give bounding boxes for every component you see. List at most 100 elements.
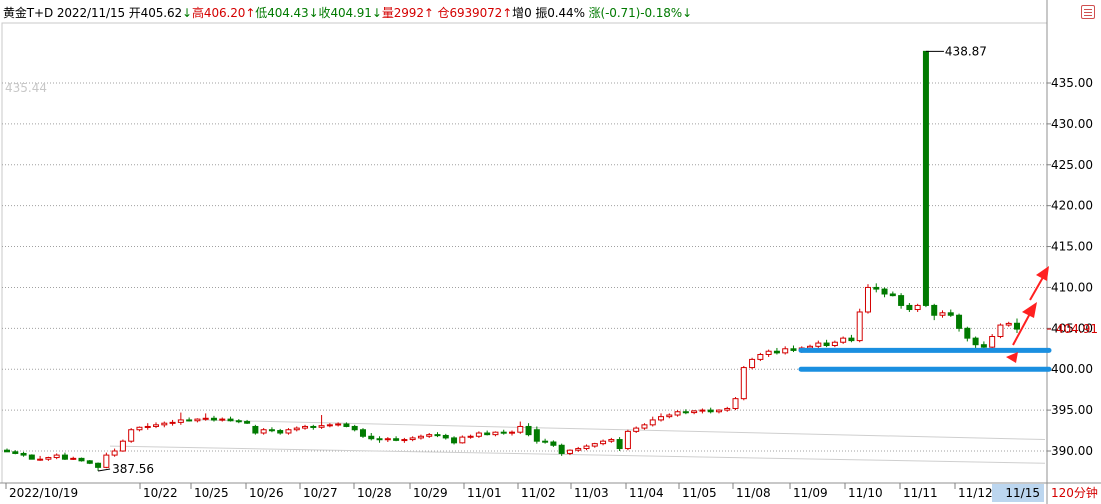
- quote-info-bar: 黄金T+D 2022/11/15 开405.62↓高406.20↑低404.43…: [3, 6, 692, 20]
- candle: [268, 427, 275, 433]
- candle-body: [111, 450, 118, 456]
- candle-body: [782, 348, 789, 354]
- candle-body: [815, 342, 822, 347]
- candle: [840, 336, 847, 344]
- y-tick-label: 435.00: [1051, 76, 1093, 90]
- candle-body: [691, 410, 698, 414]
- candle-body: [666, 414, 673, 418]
- candlestick-chart[interactable]: 435.00 430.00 425.00 420.00 415.00 410.00 405.…: [0, 0, 1101, 504]
- candle-body: [285, 429, 292, 434]
- candle-body: [550, 441, 557, 446]
- candle: [583, 444, 590, 451]
- candle: [649, 416, 656, 427]
- candle-body: [757, 354, 764, 360]
- candle: [624, 429, 631, 451]
- candle-body: [732, 398, 739, 409]
- candle-body: [848, 337, 855, 342]
- candle-body: [682, 411, 689, 414]
- candle-body: [658, 416, 665, 421]
- increase-value: 0: [524, 6, 532, 20]
- candle: [749, 357, 756, 370]
- position-arrow: ↑: [502, 6, 513, 20]
- period-selector[interactable]: 120分钟: [1051, 486, 1098, 500]
- window-toggle-button[interactable]: [1081, 5, 1095, 19]
- candle: [310, 424, 317, 430]
- candle: [500, 429, 507, 435]
- candle-body: [864, 286, 871, 313]
- candle: [401, 437, 408, 443]
- candle: [1014, 318, 1020, 333]
- candle-body: [542, 440, 549, 443]
- candle: [4, 448, 10, 453]
- candle-body: [807, 345, 814, 349]
- candle: [682, 409, 689, 415]
- candle: [277, 428, 284, 435]
- candle-body: [972, 337, 979, 346]
- candle-body: [318, 425, 325, 428]
- toggle-line-3: [1084, 15, 1092, 16]
- candle-body: [310, 425, 317, 428]
- candle-body: [442, 434, 449, 439]
- candle-body: [1014, 322, 1020, 330]
- candle-body: [922, 50, 929, 306]
- volume-label: 量: [381, 6, 394, 20]
- candle-body: [53, 454, 60, 459]
- y-tick-label: 425.00: [1051, 158, 1093, 172]
- candle: [484, 430, 491, 436]
- x-tick-label: 10/25: [194, 486, 229, 500]
- x-tick-label: 11/10: [848, 486, 883, 500]
- candle-body: [368, 435, 375, 440]
- candle: [947, 309, 954, 317]
- candle-body: [45, 457, 52, 460]
- candle: [773, 347, 780, 355]
- candle: [790, 345, 797, 353]
- candle: [351, 424, 358, 432]
- candle: [591, 442, 598, 448]
- candle-body: [359, 429, 366, 437]
- amplitude-value: 0.44%: [547, 6, 585, 20]
- close-value: 404.91: [330, 6, 372, 20]
- x-tick-label: 11/11: [903, 486, 938, 500]
- candle: [715, 409, 722, 414]
- candle-body: [881, 288, 888, 295]
- candle: [28, 454, 35, 460]
- x-tick-label: 11/01: [467, 486, 502, 500]
- candle-body: [600, 440, 607, 445]
- y-tick-label: 400.00: [1051, 362, 1093, 376]
- candle: [724, 406, 731, 412]
- y-tick-label: 410.00: [1051, 280, 1093, 294]
- candle-body: [765, 350, 772, 356]
- candle-body: [219, 418, 226, 421]
- y-tick-label: 395.00: [1051, 403, 1093, 417]
- toggle-line-1: [1084, 9, 1092, 10]
- candle: [765, 349, 772, 357]
- candle: [144, 423, 151, 430]
- candle: [939, 310, 946, 318]
- x-tick-label: 10/28: [357, 486, 392, 500]
- candle: [873, 283, 880, 293]
- candle: [889, 291, 896, 297]
- candle-body: [624, 430, 631, 450]
- candle: [37, 455, 44, 461]
- x-tick-label: 11/04: [629, 486, 664, 500]
- candle: [707, 407, 714, 414]
- x-tick-label: 2022/10/19: [9, 486, 78, 500]
- candle-body: [335, 423, 342, 426]
- candle-body: [939, 312, 946, 316]
- candle-body: [417, 435, 424, 439]
- candle-body: [376, 438, 383, 441]
- open-arrow: ↓: [182, 6, 193, 20]
- candle-body: [575, 448, 582, 451]
- candle: [517, 421, 524, 434]
- candle-body: [128, 429, 135, 442]
- candle: [608, 437, 615, 443]
- y-tick-label: 420.00: [1051, 199, 1093, 213]
- candle: [177, 412, 184, 425]
- candle: [666, 413, 673, 419]
- candle-body: [434, 434, 441, 437]
- candle: [575, 446, 582, 452]
- candle: [856, 308, 863, 343]
- candle-body: [715, 409, 722, 413]
- candle-body: [509, 431, 515, 434]
- candle-body: [633, 427, 640, 432]
